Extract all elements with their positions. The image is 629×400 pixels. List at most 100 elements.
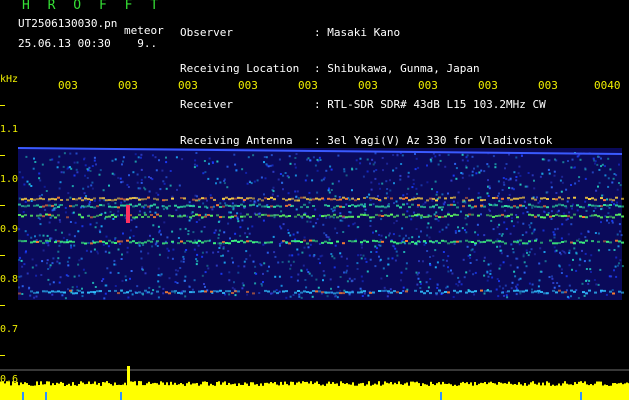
band-pixel <box>123 204 126 207</box>
noise-pixel <box>385 236 387 239</box>
noise-pixel <box>539 175 542 178</box>
noise-pixel <box>560 190 563 193</box>
band-pixel <box>360 203 363 206</box>
trace-bar <box>166 382 168 400</box>
noise-pixel <box>407 171 410 174</box>
band-pixel <box>120 197 123 200</box>
noise-pixel <box>434 266 437 269</box>
trace-bar <box>234 383 236 400</box>
trace-bar <box>408 385 410 400</box>
band-pixel <box>261 213 264 216</box>
band-pixel <box>270 241 273 244</box>
band-pixel <box>336 216 339 219</box>
band-pixel <box>270 196 273 199</box>
noise-pixel <box>88 166 91 169</box>
noise-pixel <box>112 218 115 220</box>
noise-pixel <box>282 174 285 177</box>
band-pixel <box>288 215 291 217</box>
noise-pixel <box>67 192 70 195</box>
noise-pixel <box>538 279 541 282</box>
noise-pixel <box>512 251 515 254</box>
noise-pixel <box>548 159 551 162</box>
noise-pixel <box>328 187 330 190</box>
noise-pixel <box>294 174 297 177</box>
noise-pixel <box>539 200 541 203</box>
trace-marker <box>440 392 442 400</box>
band-pixel <box>618 290 621 293</box>
band-pixel <box>228 216 231 219</box>
noise-pixel <box>412 178 415 181</box>
band-pixel <box>180 215 183 218</box>
noise-pixel <box>509 177 512 180</box>
noise-pixel <box>395 200 398 203</box>
band-pixel <box>237 290 240 293</box>
noise-pixel <box>309 159 312 162</box>
noise-pixel <box>399 174 402 177</box>
noise-pixel <box>239 226 242 229</box>
noise-pixel <box>607 177 610 180</box>
noise-pixel <box>550 186 553 189</box>
noise-pixel <box>47 268 50 270</box>
noise-pixel <box>38 234 41 237</box>
noise-pixel <box>124 275 127 278</box>
trace-bar <box>200 384 202 400</box>
band-pixel <box>339 205 342 208</box>
trace-bar <box>522 385 524 400</box>
noise-pixel <box>445 286 448 289</box>
noise-pixel <box>389 179 391 182</box>
noise-pixel <box>302 264 305 267</box>
trace-bar <box>272 383 274 400</box>
noise-pixel <box>327 236 330 239</box>
band-pixel <box>306 206 309 209</box>
noise-pixel <box>207 267 210 270</box>
noise-pixel <box>503 209 506 212</box>
trace-bar <box>138 381 140 400</box>
noise-pixel <box>312 255 315 258</box>
trace-bar <box>322 384 324 400</box>
trace-bar <box>34 385 36 400</box>
band-pixel <box>243 205 246 208</box>
noise-pixel <box>489 272 492 275</box>
band-pixel <box>606 240 609 243</box>
noise-pixel <box>581 282 584 285</box>
band-pixel <box>363 214 366 216</box>
band-pixel <box>447 242 450 245</box>
band-pixel <box>60 204 63 206</box>
trace-bar <box>392 384 394 400</box>
noise-pixel <box>526 211 529 213</box>
trace-bar <box>158 384 160 400</box>
noise-pixel <box>598 156 601 158</box>
band-pixel <box>90 206 93 208</box>
band-pixel <box>129 241 132 244</box>
trace-bar <box>318 384 320 400</box>
trace-bar <box>516 384 518 400</box>
noise-pixel <box>528 224 531 227</box>
noise-pixel <box>611 219 614 222</box>
trace-bar <box>414 382 416 400</box>
noise-pixel <box>455 167 458 170</box>
noise-pixel <box>281 261 284 264</box>
band-pixel <box>297 290 300 292</box>
noise-pixel <box>394 247 397 250</box>
trace-bar <box>40 381 42 400</box>
band-pixel <box>597 215 600 218</box>
noise-pixel <box>563 250 566 253</box>
trace-bar <box>598 381 600 400</box>
band-pixel <box>231 240 234 242</box>
trace-bar <box>56 382 58 400</box>
band-pixel <box>447 291 450 294</box>
noise-pixel <box>339 252 342 255</box>
noise-pixel <box>92 281 95 284</box>
noise-pixel <box>140 257 143 260</box>
band-pixel <box>453 213 456 216</box>
noise-pixel <box>83 192 86 195</box>
noise-pixel <box>57 161 60 164</box>
noise-pixel <box>142 244 145 246</box>
noise-pixel <box>237 271 240 274</box>
noise-pixel <box>219 181 222 184</box>
band-pixel <box>423 206 426 209</box>
noise-pixel <box>262 219 265 222</box>
noise-pixel <box>113 173 116 176</box>
band-pixel <box>348 291 351 294</box>
band-pixel <box>414 289 417 292</box>
